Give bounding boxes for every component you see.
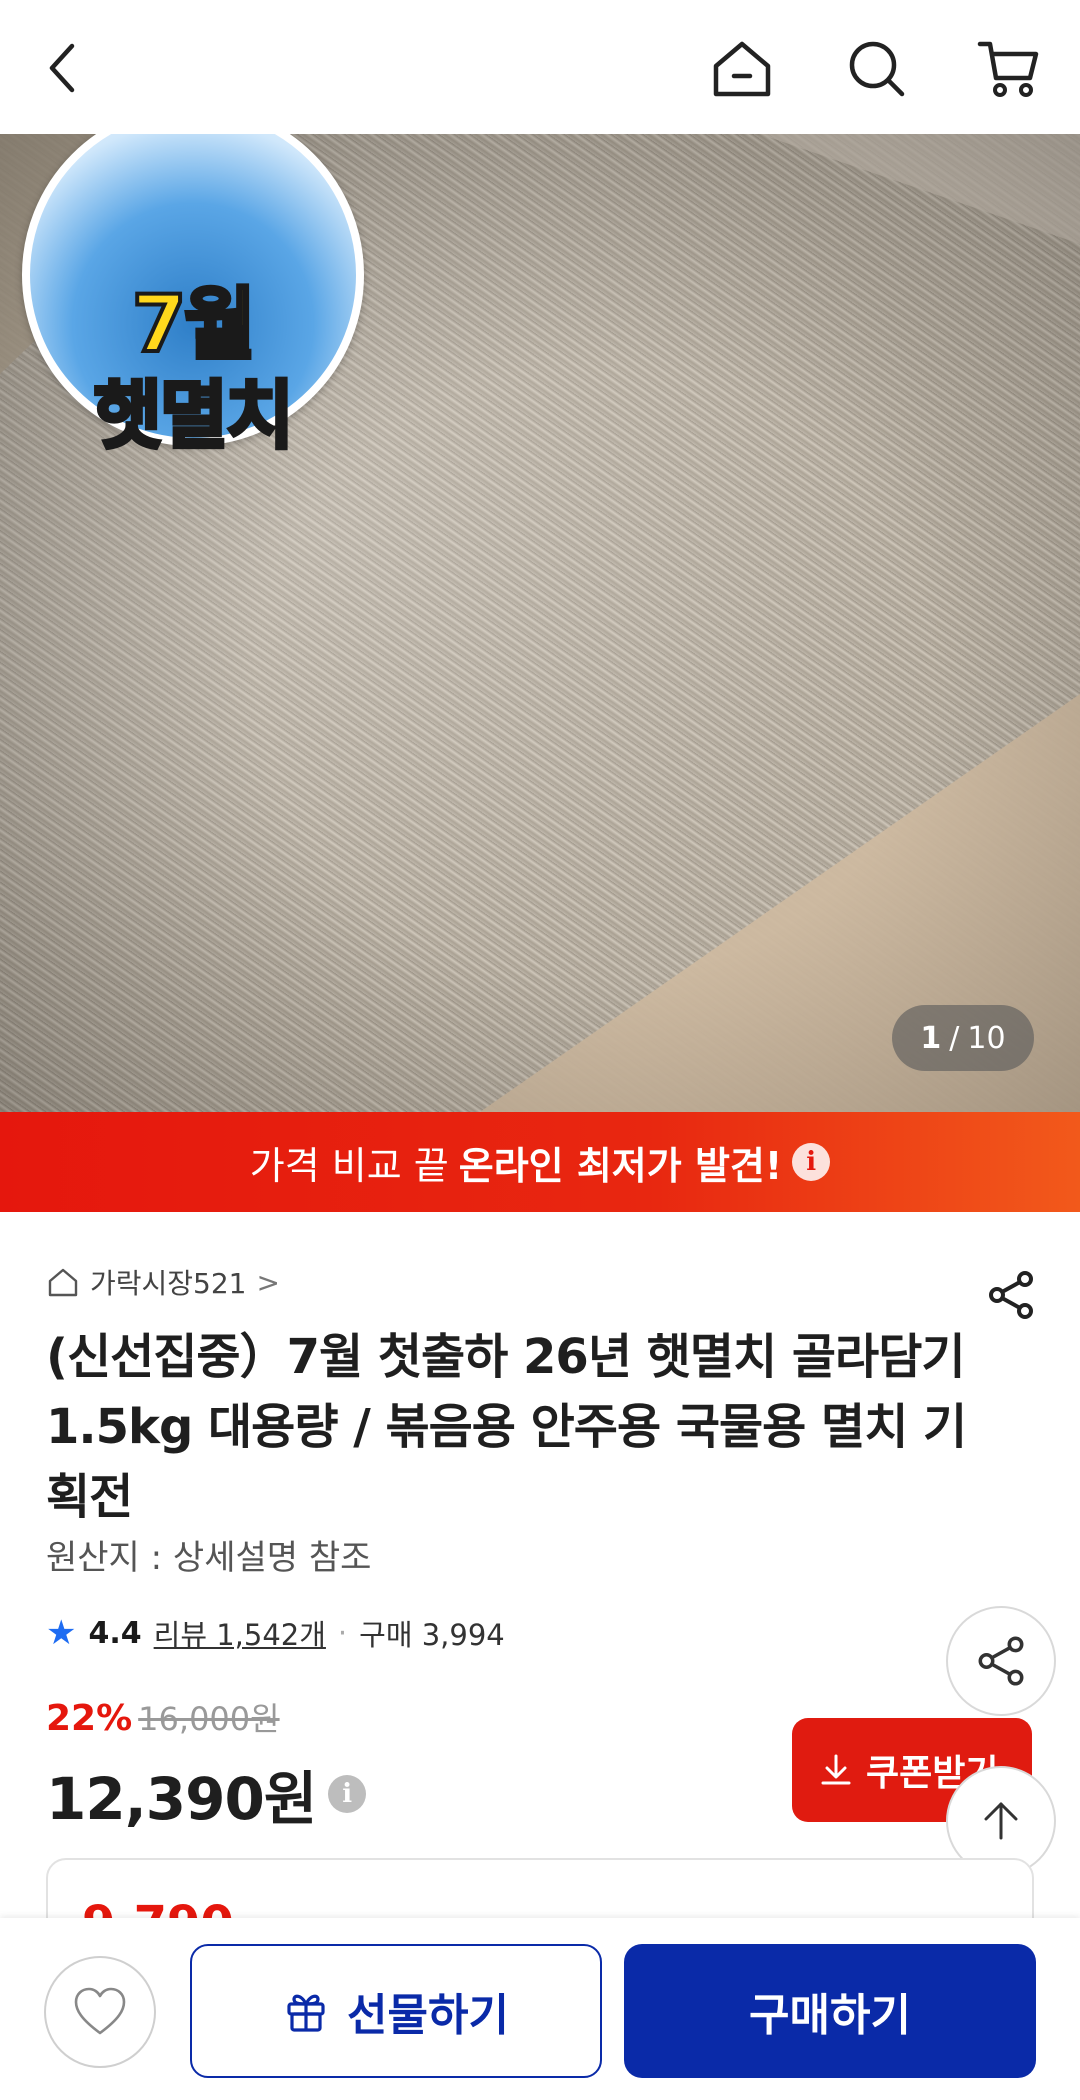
arrow-up-icon xyxy=(984,1802,1018,1840)
share-button[interactable] xyxy=(978,1262,1044,1328)
badge-label-text: 햇멸치 xyxy=(30,356,356,463)
gift-icon xyxy=(287,1994,325,2032)
info-icon[interactable]: i xyxy=(792,1143,831,1181)
badge-label-main: 멸치 xyxy=(158,371,296,461)
review-count-link[interactable]: 리뷰 1,542개 xyxy=(154,1612,326,1654)
rating-row: ★ 4.4 리뷰 1,542개 · 구매 3,994 xyxy=(46,1612,505,1654)
share-icon xyxy=(978,1636,1024,1686)
cart-icon xyxy=(977,41,1039,97)
discount-rate: 22% xyxy=(46,1698,133,1739)
separator-dot: · xyxy=(337,1616,348,1650)
cart-button[interactable] xyxy=(966,26,1050,110)
badge-label-prefix: 햇 xyxy=(92,371,164,461)
heart-icon xyxy=(74,1987,126,2035)
origin-text: 원산지 : 상세설명 참조 xyxy=(46,1538,372,1578)
image-counter-total: 10 xyxy=(967,1020,1006,1056)
gift-button[interactable]: 선물하기 xyxy=(190,1944,602,2078)
price-row: 12,390원 i xyxy=(46,1752,367,1836)
sale-price: 12,390원 xyxy=(46,1765,317,1833)
search-button[interactable] xyxy=(834,26,918,110)
top-nav-bar xyxy=(0,0,1080,134)
share-icon xyxy=(989,1271,1033,1319)
floating-share-button[interactable] xyxy=(946,1606,1056,1716)
rating-score: 4.4 xyxy=(88,1615,142,1651)
buy-label: 구매하기 xyxy=(749,1990,911,2041)
bottom-action-bar: 선물하기 구매하기 xyxy=(0,1918,1080,2100)
store-arrow: > xyxy=(256,1265,280,1299)
image-counter-separator: / xyxy=(949,1020,960,1056)
buy-button[interactable]: 구매하기 xyxy=(624,1944,1036,2078)
promo-strong-text: 온라인 최저가 발견! xyxy=(458,1143,783,1188)
star-icon: ★ xyxy=(46,1613,77,1653)
wishlist-button[interactable] xyxy=(44,1956,156,2068)
chevron-left-icon xyxy=(49,43,75,93)
image-counter-current: 1 xyxy=(920,1020,942,1056)
price-info-icon[interactable]: i xyxy=(328,1775,367,1813)
download-icon xyxy=(821,1754,851,1785)
store-home-icon xyxy=(48,1268,78,1297)
store-link[interactable]: 가락시장521 > xyxy=(46,1262,280,1302)
product-title: (신선집중）7월 첫출하 26년 햇멸치 골라담기 1.5kg 대용량 / 볶음… xyxy=(46,1329,967,1525)
promo-text: 가격 비교 끝 xyxy=(249,1143,449,1188)
purchase-count: 구매 3,994 xyxy=(359,1618,505,1652)
home-icon xyxy=(713,41,771,97)
gift-label: 선물하기 xyxy=(347,1990,509,2041)
image-counter: 1 / 10 xyxy=(892,1005,1034,1071)
home-button[interactable] xyxy=(700,26,784,110)
discount-row: 22% 16,000원 xyxy=(46,1694,280,1740)
original-price: 16,000원 xyxy=(138,1700,280,1738)
back-button[interactable] xyxy=(22,26,106,110)
search-icon xyxy=(849,41,905,97)
product-image-carousel[interactable]: 7월 햇멸치 xyxy=(0,134,1080,1112)
store-name: 가락시장521 xyxy=(90,1267,247,1300)
lowest-price-banner[interactable]: 가격 비교 끝 온라인 최저가 발견! i xyxy=(0,1112,1080,1212)
july-fresh-anchovy-badge: 7월 햇멸치 xyxy=(22,134,364,461)
